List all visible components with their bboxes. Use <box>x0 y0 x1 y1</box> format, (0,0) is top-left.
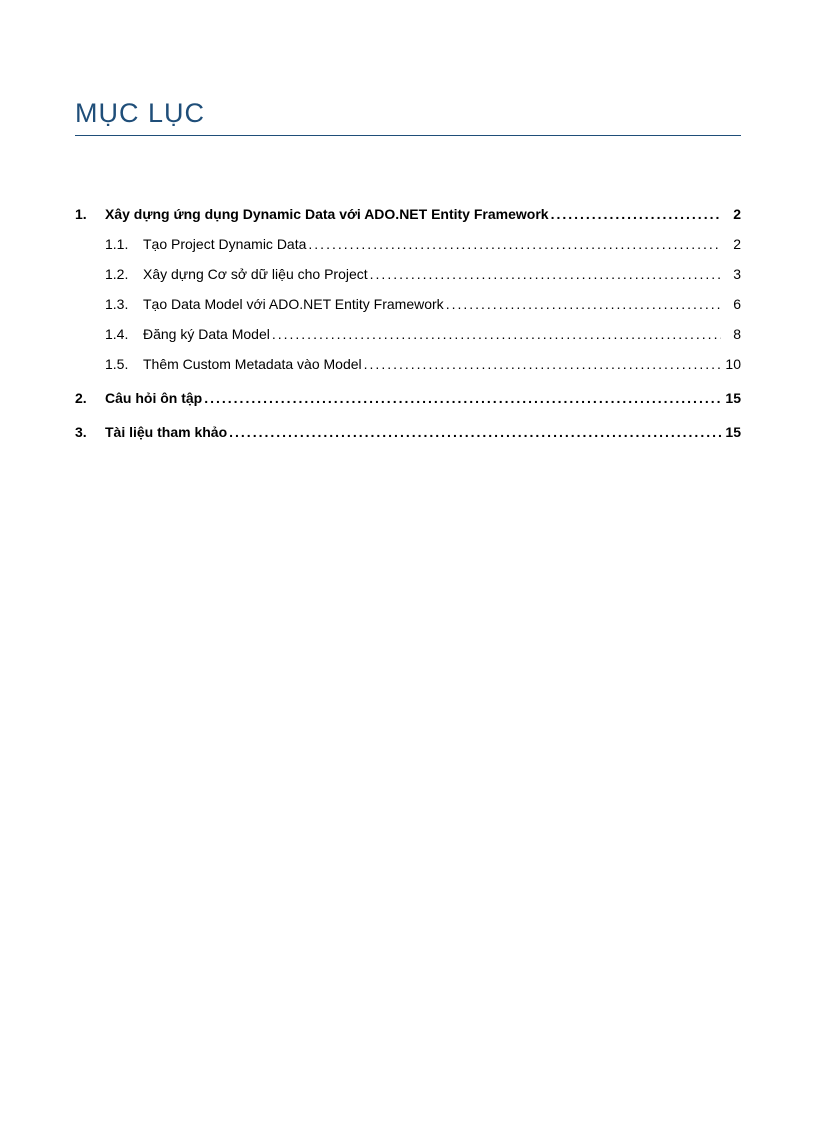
toc-text: Thêm Custom Metadata vào Model <box>143 356 362 372</box>
toc-leader: ........................................… <box>306 236 721 252</box>
toc-text: Đăng ký Data Model <box>143 326 270 342</box>
toc-text: Xây dựng ứng dụng Dynamic Data với ADO.N… <box>105 206 549 222</box>
toc-leader: ........................................… <box>549 206 721 222</box>
toc-page-number: 15 <box>721 390 741 406</box>
toc-text: Tài liệu tham khảo <box>105 424 227 440</box>
toc-page-number: 6 <box>721 296 741 312</box>
toc-text: Tạo Project Dynamic Data <box>143 236 306 252</box>
toc-entry: 1.3. Tạo Data Model với ADO.NET Entity F… <box>75 296 741 312</box>
toc-entry: 1. Xây dựng ứng dụng Dynamic Data với AD… <box>75 206 741 222</box>
toc-number: 1. <box>75 206 105 222</box>
toc-entry: 1.4. Đăng ký Data Model ................… <box>75 326 741 342</box>
toc-number: 1.5. <box>105 356 143 372</box>
toc-page-number: 3 <box>721 266 741 282</box>
toc-entry: 1.2. Xây dựng Cơ sở dữ liệu cho Project … <box>75 266 741 282</box>
toc-entry: 3. Tài liệu tham khảo ..................… <box>75 424 741 440</box>
toc-leader: ........................................… <box>202 390 721 406</box>
toc-page-number: 15 <box>721 424 741 440</box>
toc-page-number: 2 <box>721 236 741 252</box>
toc-number: 1.2. <box>105 266 143 282</box>
toc-page-number: 10 <box>721 356 741 372</box>
toc-leader: ........................................… <box>362 356 721 372</box>
toc-entry: 2. Câu hỏi ôn tập ......................… <box>75 390 741 406</box>
toc-text: Tạo Data Model với ADO.NET Entity Framew… <box>143 296 444 312</box>
toc-text: Câu hỏi ôn tập <box>105 390 202 406</box>
toc-list: 1. Xây dựng ứng dụng Dynamic Data với AD… <box>75 206 741 440</box>
toc-number: 1.4. <box>105 326 143 342</box>
toc-leader: ........................................… <box>270 326 721 342</box>
toc-page-number: 2 <box>721 206 741 222</box>
toc-page-number: 8 <box>721 326 741 342</box>
toc-entry: 1.5. Thêm Custom Metadata vào Model ....… <box>75 356 741 372</box>
toc-number: 1.1. <box>105 236 143 252</box>
toc-number: 2. <box>75 390 105 406</box>
toc-entry: 1.1. Tạo Project Dynamic Data ..........… <box>75 236 741 252</box>
toc-number: 1.3. <box>105 296 143 312</box>
toc-leader: ........................................… <box>444 296 721 312</box>
toc-text: Xây dựng Cơ sở dữ liệu cho Project <box>143 266 368 282</box>
toc-leader: ........................................… <box>227 424 721 440</box>
toc-number: 3. <box>75 424 105 440</box>
toc-leader: ........................................… <box>368 266 721 282</box>
page-title: MỤC LỤC <box>75 98 741 136</box>
